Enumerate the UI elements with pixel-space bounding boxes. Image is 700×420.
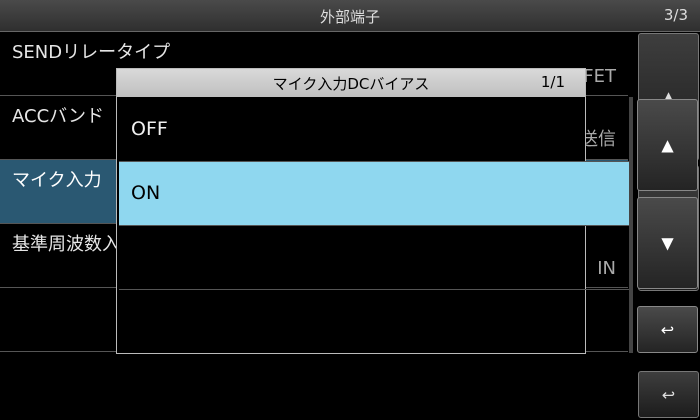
- option-empty-2: [119, 290, 630, 353]
- list-item-label: SENDリレータイプ: [12, 42, 171, 63]
- dialog-back-button[interactable]: ↩: [637, 306, 698, 353]
- option-label: OFF: [131, 118, 168, 140]
- option-off[interactable]: OFF: [119, 98, 630, 162]
- dialog-title-bar: マイク入力DCバイアス 1/1: [117, 69, 585, 97]
- down-arrow-icon: ▼: [661, 233, 674, 253]
- list-item-value: FET: [583, 66, 616, 87]
- list-item-label: ACCバンド: [12, 106, 105, 127]
- dialog-up-button[interactable]: ▲: [637, 99, 698, 191]
- back-button[interactable]: ↩: [638, 371, 699, 418]
- dialog-page-indicator: 1/1: [540, 73, 565, 91]
- dialog-down-button[interactable]: ▼: [637, 197, 698, 289]
- screen-title: 外部端子: [319, 8, 380, 26]
- dialog-divider: [629, 97, 633, 353]
- option-on[interactable]: ON: [119, 162, 630, 226]
- option-label: ON: [131, 182, 161, 204]
- option-empty-1: [119, 226, 630, 290]
- up-arrow-icon: ▲: [661, 135, 674, 155]
- return-icon: ↩: [660, 320, 675, 339]
- dialog-title: マイク入力DCバイアス: [272, 75, 430, 93]
- return-icon: ↩: [661, 385, 676, 404]
- mic-dc-bias-dialog: マイク入力DCバイアス 1/1 OFF ON ▲ ▼ ↩: [116, 68, 698, 354]
- page-indicator: 3/3: [663, 6, 688, 24]
- title-bar: 外部端子 3/3: [0, 0, 700, 32]
- list-item-label: マイク入力: [12, 170, 102, 191]
